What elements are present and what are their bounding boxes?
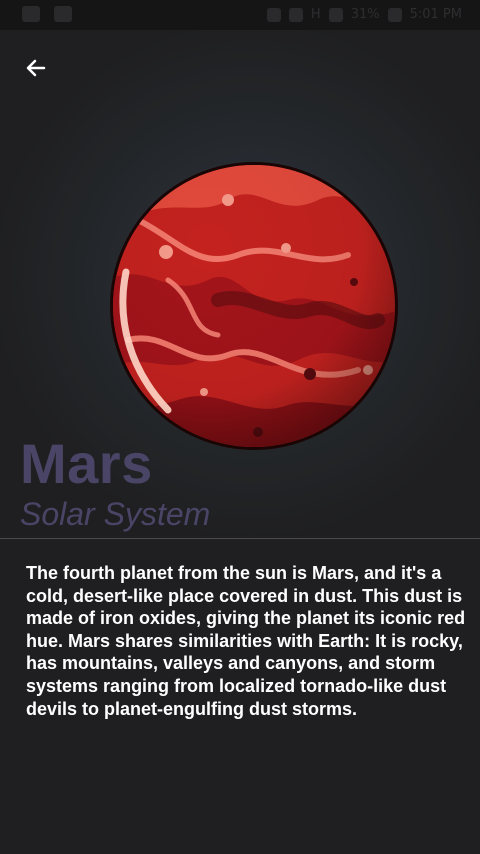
signal-icon <box>328 7 343 22</box>
clock: 5:01 PM <box>409 7 462 22</box>
status-bar: H 31% 5:01 PM <box>0 0 480 30</box>
section-divider <box>0 538 480 539</box>
status-indicators: H 31% 5:01 PM <box>266 7 462 22</box>
battery-icon <box>387 7 402 22</box>
planet-description: The fourth planet from the sun is Mars, … <box>26 563 466 719</box>
planet-name: Mars <box>20 432 153 495</box>
image-notification-icon <box>54 6 72 22</box>
mars-illustration <box>110 162 398 450</box>
sync-icon <box>266 7 281 22</box>
arrow-left-icon <box>26 59 46 77</box>
vibrate-icon <box>288 7 303 22</box>
status-notifications <box>22 6 72 22</box>
planet-category: Solar System <box>20 496 211 532</box>
back-button[interactable] <box>18 50 54 86</box>
battery-percent: 31% <box>350 7 380 22</box>
network-type: H <box>310 7 321 22</box>
notification-icon <box>22 6 40 22</box>
planet-hero: Mars Solar System <box>0 30 480 540</box>
